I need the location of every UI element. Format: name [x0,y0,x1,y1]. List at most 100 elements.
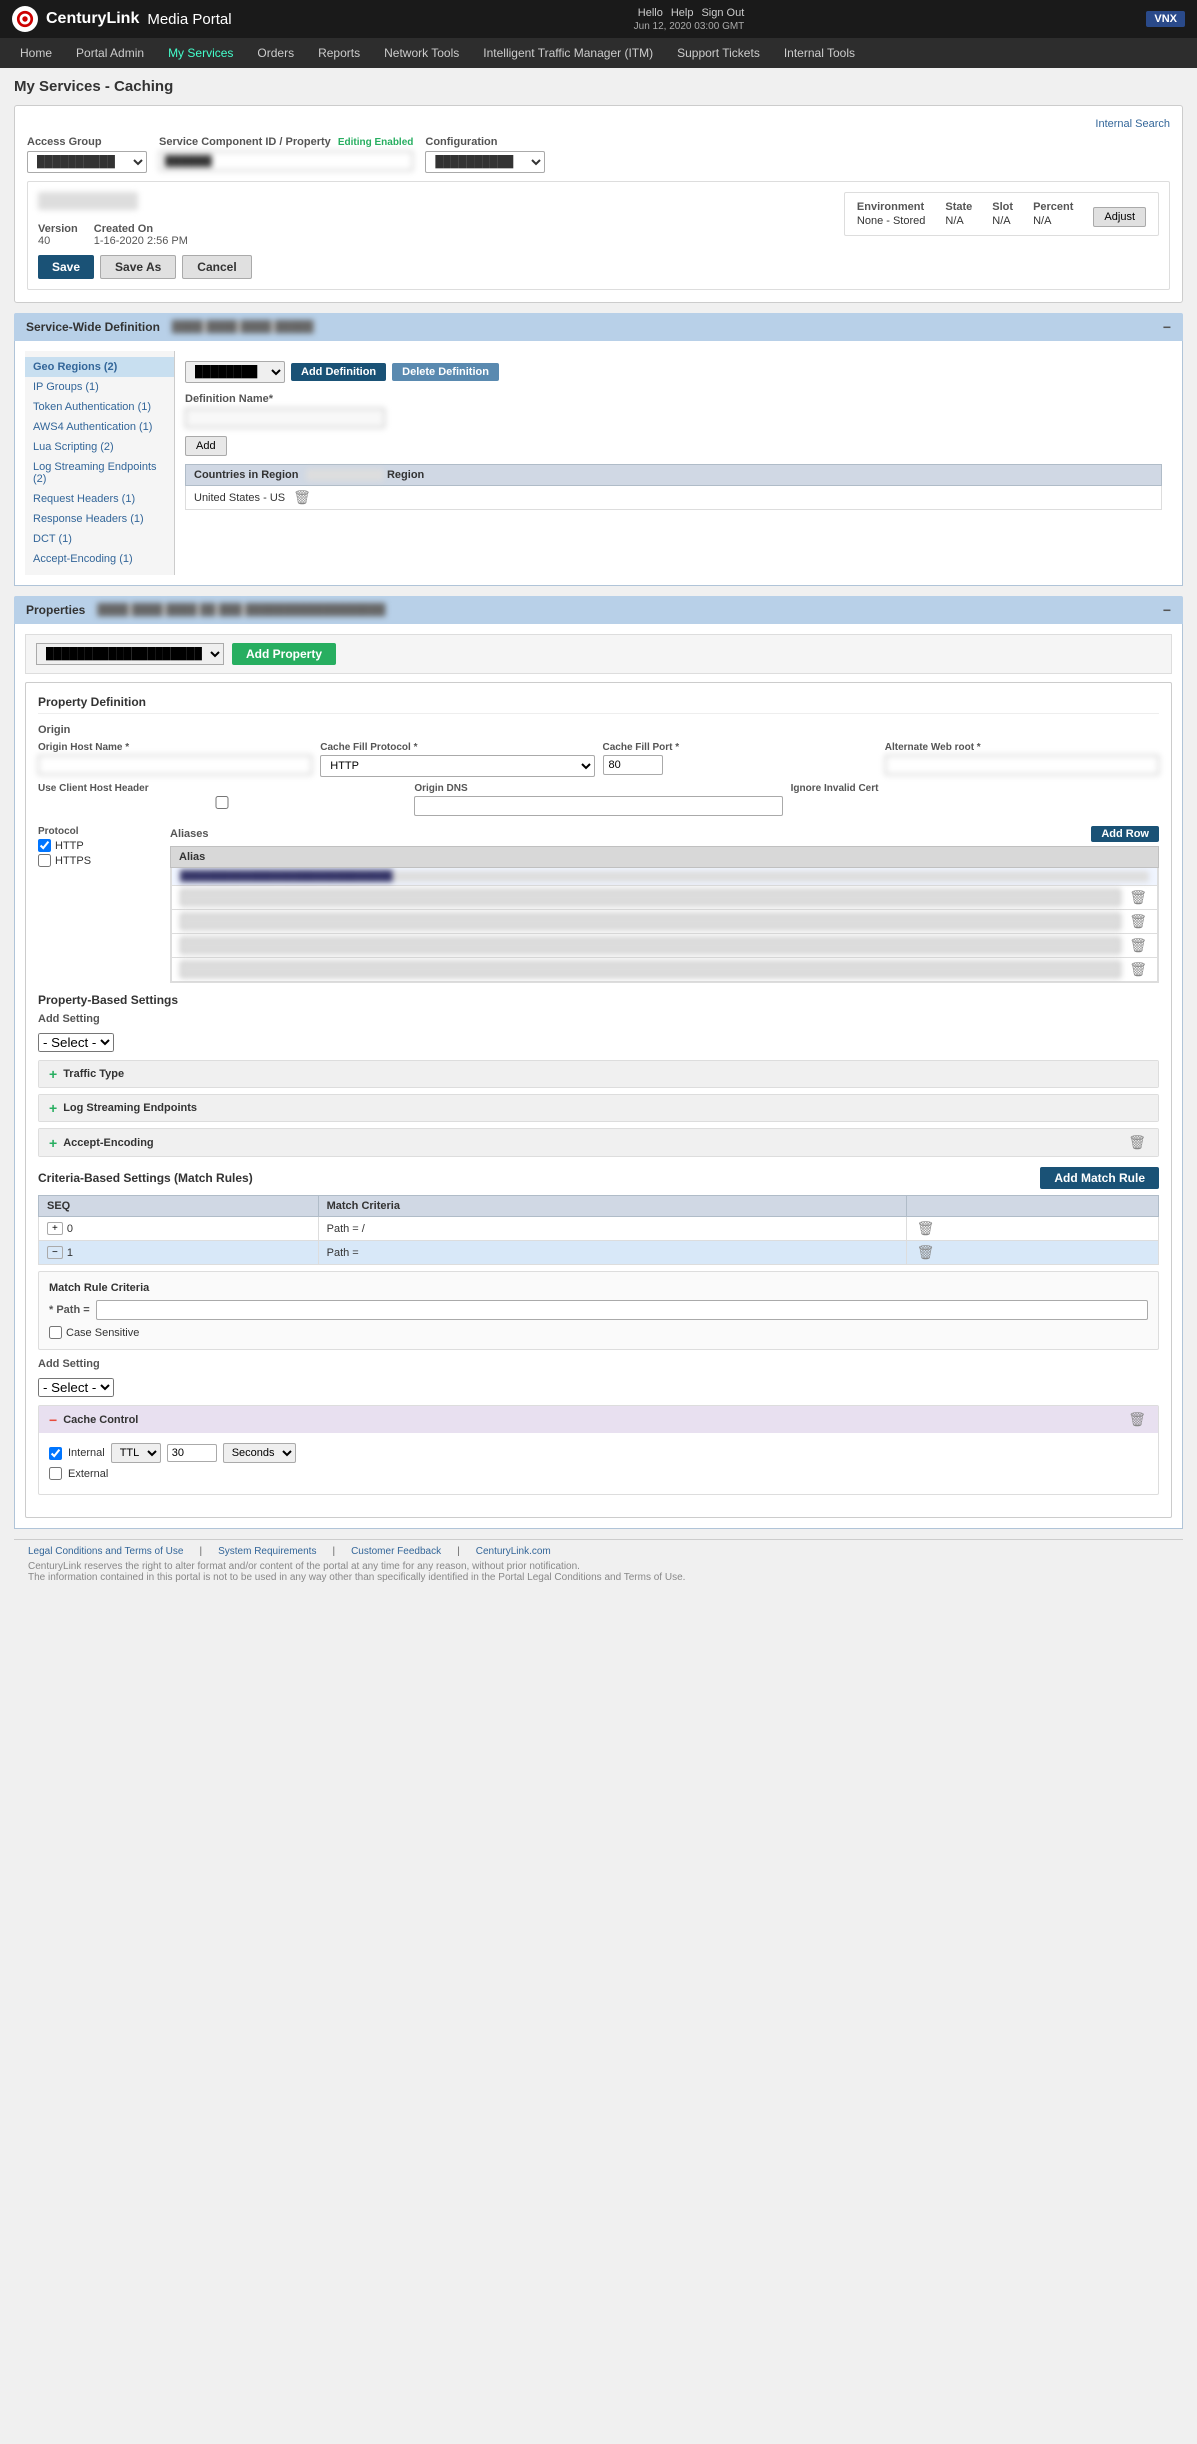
nav-portal-admin[interactable]: Portal Admin [64,38,156,68]
delete-alias-4[interactable]: 🗑 [1127,961,1149,978]
nav-my-services[interactable]: My Services [156,38,245,68]
sidebar-item-accept-encoding[interactable]: Accept-Encoding (1) [25,549,174,569]
sidebar-item-response-headers[interactable]: Response Headers (1) [25,509,174,529]
definition-name-input[interactable] [185,408,385,428]
nav-orders[interactable]: Orders [245,38,306,68]
service-wide-header: Service-Wide Definition ████ ████ ████ █… [14,313,1183,341]
nav-network-tools[interactable]: Network Tools [372,38,471,68]
sidebar-item-request-headers[interactable]: Request Headers (1) [25,489,174,509]
add-property-button[interactable]: Add Property [232,643,336,665]
add-country-button[interactable]: Add [185,436,227,456]
cancel-button[interactable]: Cancel [182,255,251,279]
save-button[interactable]: Save [38,255,94,279]
ttl-type-select[interactable]: TTL [111,1443,161,1463]
accept-encoding-header[interactable]: + Accept-Encoding 🗑 [39,1129,1158,1156]
match-criteria-0: Path = / [318,1217,906,1241]
delete-alias-2[interactable]: 🗑 [1127,913,1149,930]
adjust-button[interactable]: Adjust [1093,207,1146,227]
https-checkbox[interactable] [38,854,51,867]
case-sensitive-checkbox[interactable] [49,1326,62,1339]
internal-checkbox[interactable] [49,1447,62,1460]
env-state: State N/A [945,201,972,227]
add-definition-button[interactable]: Add Definition [291,363,386,381]
delete-definition-button[interactable]: Delete Definition [392,363,499,381]
log-streaming-expand-icon[interactable]: + [49,1100,57,1116]
pbs-add-setting-select[interactable]: - Select - [38,1033,114,1052]
sidebar-item-ip-groups[interactable]: IP Groups (1) [25,377,174,397]
delete-match-rule-1[interactable]: 🗑 [915,1244,937,1261]
path-input[interactable] [96,1300,1148,1320]
footer-link-system[interactable]: System Requirements [218,1546,316,1557]
ttl-unit-select[interactable]: Seconds Minutes Hours Days [223,1443,296,1463]
cache-fill-port-input[interactable]: 80 [603,755,663,775]
delete-cache-control[interactable]: 🗑 [1126,1411,1148,1428]
help-link[interactable]: Help [671,7,694,19]
internal-label: Internal [68,1447,105,1459]
definition-select[interactable]: ████████ [185,361,285,383]
nav-internal-tools[interactable]: Internal Tools [772,38,867,68]
sidebar-item-aws4[interactable]: AWS4 Authentication (1) [25,417,174,437]
expand-row-0[interactable]: + [47,1222,63,1235]
cache-fill-protocol-select[interactable]: HTTP HTTPS [320,755,594,777]
configuration-label: Configuration [425,136,545,148]
delete-match-rule-0[interactable]: 🗑 [915,1220,937,1237]
origin-section: Origin Origin Host Name * Cache Fill Pro… [38,724,1159,816]
nav-support-tickets[interactable]: Support Tickets [665,38,772,68]
traffic-type-expand-icon[interactable]: + [49,1066,57,1082]
service-component-input[interactable] [159,151,413,171]
expand-row-1[interactable]: − [47,1246,63,1259]
swd-collapse-icon[interactable]: − [1163,319,1171,335]
http-checkbox[interactable] [38,839,51,852]
footer-link-centurylink[interactable]: CenturyLink.com [476,1546,551,1557]
signout-link[interactable]: Sign Out [701,7,744,19]
nav-itm[interactable]: Intelligent Traffic Manager (ITM) [471,38,665,68]
origin-host-input[interactable] [38,755,312,775]
internal-search-link[interactable]: Internal Search [27,118,1170,130]
add-row-button[interactable]: Add Row [1091,826,1159,842]
properties-content: ████████████████████ Add Property Proper… [14,624,1183,1529]
delete-country-button[interactable]: 🗑 [291,489,313,506]
footer-link-legal[interactable]: Legal Conditions and Terms of Use [28,1546,183,1557]
sidebar-item-dct[interactable]: DCT (1) [25,529,174,549]
cache-control-title: Cache Control [63,1414,138,1426]
delete-alias-3[interactable]: 🗑 [1127,937,1149,954]
access-group-select[interactable]: ██████████ [27,151,147,173]
property-select[interactable]: ████████████████████ [36,643,224,665]
alias-input-1[interactable] [180,889,1121,906]
sidebar-item-geo-regions[interactable]: Geo Regions (2) [25,357,174,377]
delete-accept-encoding[interactable]: 🗑 [1126,1134,1148,1151]
footer-info: The information contained in this portal… [28,1572,1169,1583]
use-client-host-checkbox[interactable] [38,796,406,809]
sidebar-item-token-auth[interactable]: Token Authentication (1) [25,397,174,417]
external-ttl-row: External [49,1467,1148,1480]
cache-control-header[interactable]: − Cache Control 🗑 [39,1406,1158,1433]
top-header: CenturyLink Media Portal Hello Help Sign… [0,0,1197,38]
alias-input-3[interactable] [180,937,1121,954]
ttl-value-input[interactable]: 30 [167,1444,217,1462]
nav-reports[interactable]: Reports [306,38,372,68]
footer-link-feedback[interactable]: Customer Feedback [351,1546,441,1557]
log-streaming-section: + Log Streaming Endpoints [38,1094,1159,1122]
delete-alias-1[interactable]: 🗑 [1127,889,1149,906]
external-checkbox[interactable] [49,1467,62,1480]
sidebar-item-log-streaming[interactable]: Log Streaming Endpoints (2) [25,457,174,489]
log-streaming-header[interactable]: + Log Streaming Endpoints [39,1095,1158,1121]
traffic-type-header[interactable]: + Traffic Type [39,1061,1158,1087]
version-left: Version 40 Created On 1-16-2020 2:56 PM … [38,192,252,279]
configuration-select[interactable]: ██████████ [425,151,545,173]
sidebar-item-lua[interactable]: Lua Scripting (2) [25,437,174,457]
criteria-add-setting-select[interactable]: - Select - [38,1378,114,1397]
version-title [38,192,138,210]
alias-input-2[interactable] [180,913,1121,930]
properties-collapse-icon[interactable]: − [1163,602,1171,618]
alt-web-root-input[interactable] [885,755,1159,775]
config-form-row: Access Group ██████████ Service Componen… [27,136,1170,173]
save-as-button[interactable]: Save As [100,255,176,279]
add-match-rule-button[interactable]: Add Match Rule [1040,1167,1159,1189]
environment-section: Environment None - Stored State N/A Slot… [844,192,1159,236]
nav-home[interactable]: Home [8,38,64,68]
origin-dns-input[interactable] [414,796,782,816]
alias-input-4[interactable] [180,961,1121,978]
accept-encoding-expand-icon[interactable]: + [49,1135,57,1151]
cache-control-collapse-icon[interactable]: − [49,1412,57,1428]
